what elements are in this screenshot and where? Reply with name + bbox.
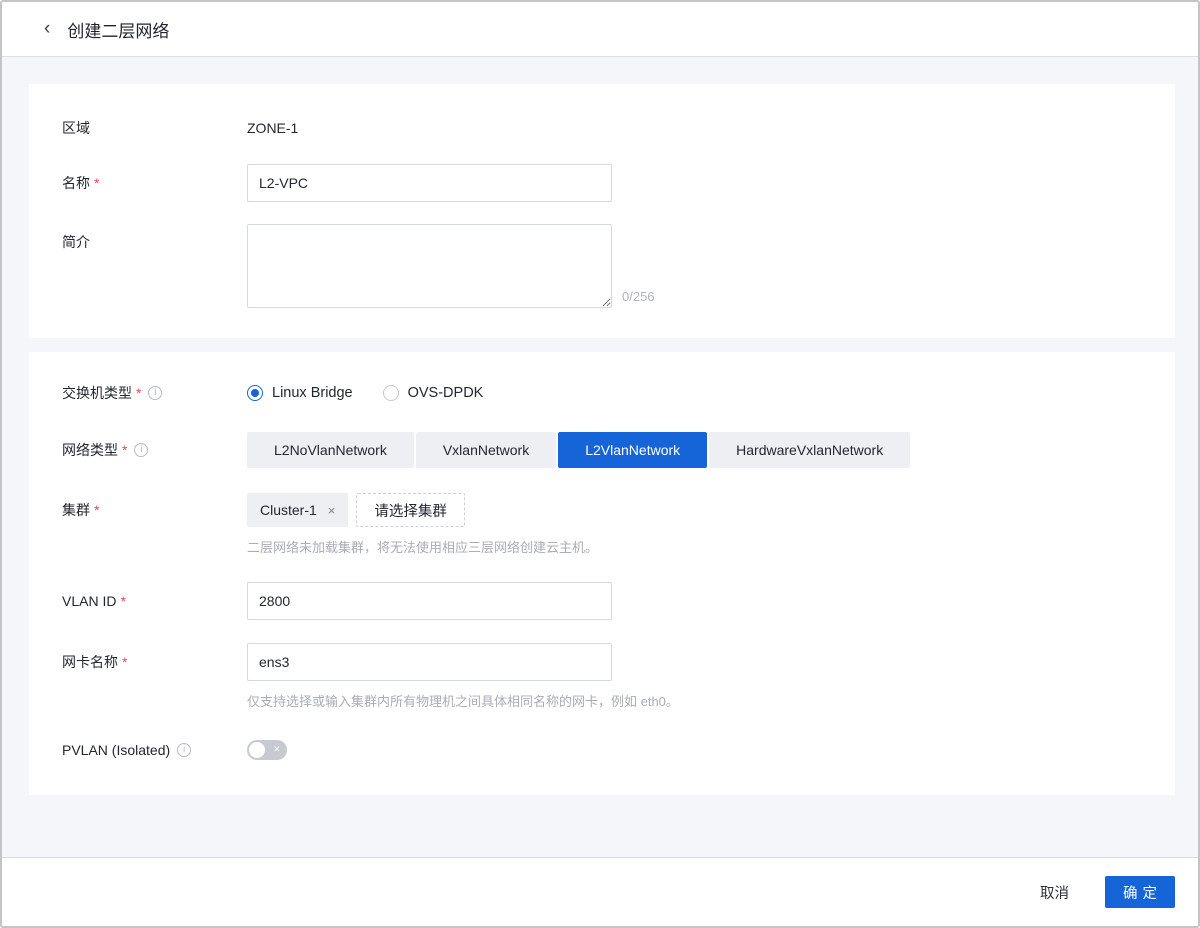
info-icon[interactable]: i bbox=[177, 743, 192, 757]
footer-bar: 取消 确定 bbox=[2, 857, 1198, 926]
radio-unselected-icon bbox=[382, 385, 399, 401]
cluster-row: 集群 * Cluster-1 × 请选择集群 二层网络未加载集群，将无法使用相应… bbox=[62, 493, 1175, 556]
toggle-knob bbox=[249, 742, 265, 758]
description-row: 简介 0/256 bbox=[62, 224, 1175, 308]
vlan-id-input[interactable] bbox=[247, 582, 612, 620]
toggle-off-icon: × bbox=[273, 743, 280, 756]
description-textarea[interactable] bbox=[247, 224, 612, 308]
network-type-row: 网络类型 * i L2NoVlanNetwork VxlanNetwork L2… bbox=[62, 432, 1175, 468]
name-input[interactable] bbox=[247, 164, 612, 202]
cancel-button[interactable]: 取消 bbox=[1034, 881, 1075, 904]
pvlan-row: PVLAN (Isolated) i × bbox=[62, 740, 1175, 760]
remove-cluster-icon[interactable]: × bbox=[328, 504, 336, 517]
description-label: 简介 bbox=[62, 234, 90, 250]
zone-row: 区域 ZONE-1 bbox=[62, 118, 1175, 138]
cluster-helper-text: 二层网络未加载集群，将无法使用相应三层网络创建云主机。 bbox=[247, 540, 599, 555]
char-counter: 0/256 bbox=[622, 289, 655, 304]
cluster-label: 集群 bbox=[62, 502, 90, 518]
cluster-controls: Cluster-1 × 请选择集群 bbox=[247, 493, 598, 527]
nic-name-input[interactable] bbox=[247, 643, 612, 681]
zone-value: ZONE-1 bbox=[247, 120, 299, 136]
form-area: 区域 ZONE-1 名称 * 简介 0/256 bbox=[2, 57, 1198, 857]
radio-selected-icon bbox=[247, 385, 263, 401]
vlan-id-label: VLAN ID bbox=[62, 593, 117, 609]
cluster-tag-label: Cluster-1 bbox=[260, 502, 317, 518]
network-type-hardwarevxlan[interactable]: HardwareVxlanNetwork bbox=[709, 432, 911, 468]
required-mark: * bbox=[120, 593, 126, 609]
switch-type-label: 交换机类型 bbox=[62, 385, 132, 401]
info-icon[interactable]: i bbox=[148, 386, 163, 400]
confirm-button[interactable]: 确定 bbox=[1105, 876, 1175, 908]
create-l2-network-page: ‹ 创建二层网络 区域 ZONE-1 名称 * 简介 bbox=[0, 0, 1200, 928]
required-mark: * bbox=[122, 442, 128, 458]
pvlan-toggle[interactable]: × bbox=[247, 740, 287, 760]
switch-type-radio-group: Linux Bridge OVS-DPDK bbox=[247, 382, 483, 404]
pvlan-label: PVLAN (Isolated) bbox=[62, 742, 171, 758]
info-icon[interactable]: i bbox=[134, 443, 149, 457]
required-mark: * bbox=[94, 502, 100, 518]
network-type-options: L2NoVlanNetwork VxlanNetwork L2VlanNetwo… bbox=[247, 432, 911, 468]
nic-name-row: 网卡名称 * 仅支持选择或输入集群内所有物理机之间具体相同名称的网卡，例如 et… bbox=[62, 643, 1175, 710]
network-type-vxlan[interactable]: VxlanNetwork bbox=[415, 432, 557, 468]
network-type-l2vlan[interactable]: L2VlanNetwork bbox=[558, 432, 708, 468]
name-label: 名称 bbox=[62, 175, 90, 191]
page-title: 创建二层网络 bbox=[67, 21, 170, 41]
switch-type-row: 交换机类型 * i Linux Bridge OVS-DPDK bbox=[62, 382, 1175, 404]
network-config-card: 交换机类型 * i Linux Bridge OVS-DPDK 网络类型 * i… bbox=[29, 352, 1175, 795]
required-mark: * bbox=[94, 175, 100, 191]
back-icon[interactable]: ‹ bbox=[44, 19, 50, 40]
required-mark: * bbox=[136, 385, 142, 401]
network-type-l2novlan[interactable]: L2NoVlanNetwork bbox=[247, 432, 414, 468]
radio-ovs-dpdk[interactable]: OVS-DPDK bbox=[382, 385, 484, 401]
radio-label: OVS-DPDK bbox=[407, 385, 484, 401]
nic-name-label: 网卡名称 bbox=[62, 654, 118, 670]
name-row: 名称 * bbox=[62, 164, 1175, 202]
zone-label: 区域 bbox=[62, 120, 90, 136]
select-cluster-button[interactable]: 请选择集群 bbox=[356, 493, 465, 527]
page-header: ‹ 创建二层网络 bbox=[2, 2, 1198, 57]
required-mark: * bbox=[122, 654, 128, 670]
radio-label: Linux Bridge bbox=[272, 385, 353, 401]
radio-linux-bridge[interactable]: Linux Bridge bbox=[247, 385, 353, 401]
vlan-id-row: VLAN ID * bbox=[62, 582, 1175, 620]
network-type-label: 网络类型 bbox=[62, 442, 118, 458]
cluster-tag: Cluster-1 × bbox=[247, 493, 349, 527]
nic-helper-text: 仅支持选择或输入集群内所有物理机之间具体相同名称的网卡，例如 eth0。 bbox=[247, 694, 679, 709]
basic-info-card: 区域 ZONE-1 名称 * 简介 0/256 bbox=[29, 84, 1175, 338]
